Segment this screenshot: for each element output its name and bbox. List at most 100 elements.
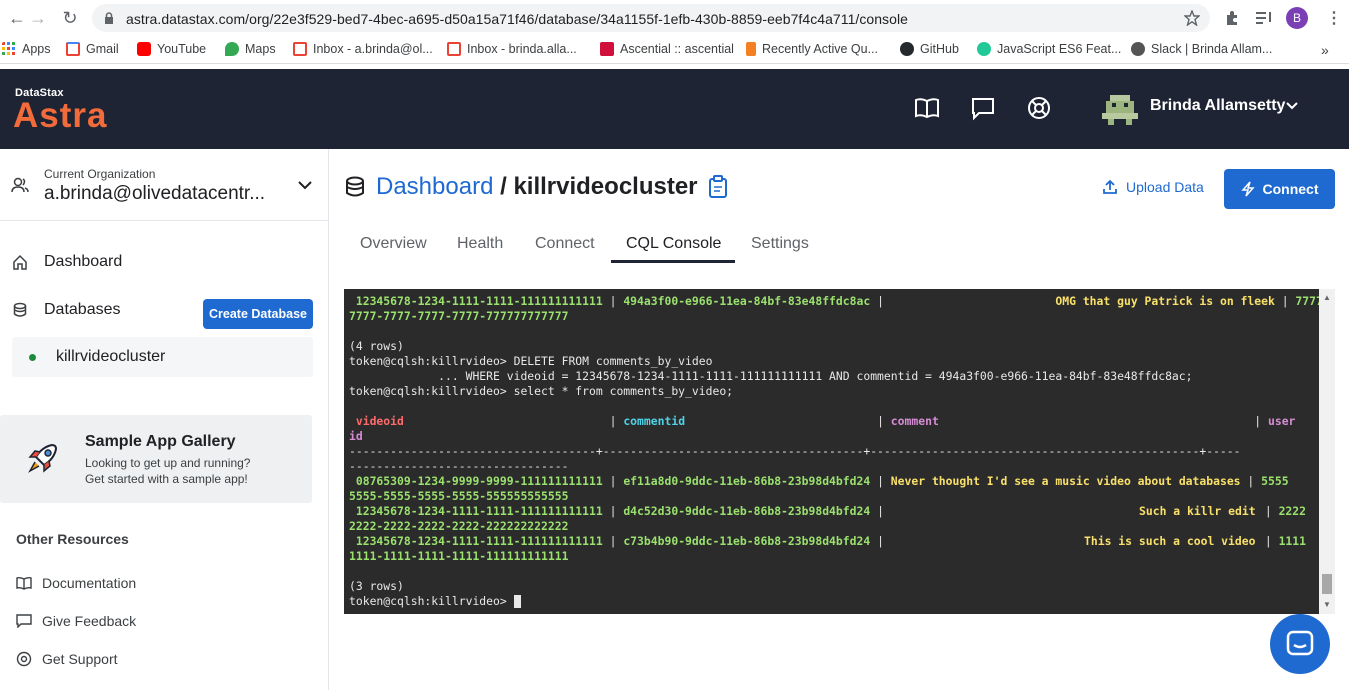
gmail-icon [66,42,80,56]
bookmark-label: Apps [22,42,51,56]
star-icon[interactable] [1184,10,1200,26]
lock-icon [105,12,113,24]
upload-data-button[interactable]: Upload Data [1102,179,1204,195]
stackoverflow-icon [746,42,756,56]
resources-heading: Other Resources [16,531,129,547]
sample-app-gallery[interactable]: Sample App Gallery Looking to get up and… [0,415,312,503]
lightning-icon [1240,181,1255,197]
media-icon[interactable] [1255,10,1273,26]
console-header-row: videoid | commentid | comment | user [349,414,1296,428]
sidebar-item-databases[interactable]: Databases [12,301,121,319]
user-name[interactable]: Brinda Allamsetty [1150,97,1285,115]
help-icon[interactable] [1025,94,1053,122]
bookmark-label: Inbox - a.brinda@ol... [313,42,433,56]
youtube-icon [137,42,151,56]
console-line: token@cqlsh:killrvideo> DELETE FROM comm… [349,354,713,368]
bookmark-gmail[interactable]: Gmail [66,42,119,56]
sidebar-item-dashboard[interactable]: Dashboard [12,253,122,271]
console-line: id [349,429,363,443]
home-icon [13,254,27,270]
address-bar[interactable]: astra.datastax.com/org/22e3f529-bed7-4be… [92,4,1210,32]
connect-button[interactable]: Connect [1224,169,1335,209]
sidebar-item-documentation[interactable]: Documentation [16,575,136,591]
sidebar: Current Organization a.brinda@olivedatac… [0,149,329,690]
console-line: 12345678-1234-1111-1111-111111111111 | 4… [349,294,1319,308]
bookmark-stackoverflow[interactable]: Recently Active Qu... [746,42,878,56]
globe-icon [1131,42,1145,56]
console-line: (3 rows) [349,579,404,593]
apps-grid-icon [2,42,15,55]
tab-settings[interactable]: Settings [751,235,809,253]
cql-console[interactable]: 12345678-1234-1111-1111-111111111111 | 4… [344,289,1319,614]
bookmark-youtube[interactable]: YouTube [137,42,206,56]
bookmark-label: JavaScript ES6 Feat... [997,42,1122,56]
sidebar-item-label: Dashboard [44,253,123,270]
bookmark-github[interactable]: GitHub [900,42,959,56]
book-icon[interactable] [913,94,941,122]
bookmark-label: Slack | Brinda Allam... [1151,42,1273,56]
bookmark-label: YouTube [157,42,207,56]
table-cell: | 1111 [1258,534,1307,548]
bookmark-label: Gmail [86,42,119,56]
bookmark-label: Ascential :: ascential [620,42,734,56]
gallery-title: Sample App Gallery [85,433,236,450]
gmail-icon [293,42,307,56]
bookmark-label: Recently Active Qu... [762,42,879,56]
scroll-up-icon[interactable]: ▲ [1323,293,1331,302]
intercom-chat-button[interactable] [1270,614,1330,674]
tab-health[interactable]: Health [457,235,503,253]
table-row-cont: 1111-1111-1111-1111-111111111111 [349,549,569,563]
bookmark-label: Maps [245,42,276,56]
url-text: astra.datastax.com/org/22e3f529-bed7-4be… [126,11,908,27]
db-name: killrvideocluster [56,348,166,365]
bookmark-inbox-2[interactable]: Inbox - brinda.alla... [447,42,577,56]
avatar[interactable] [1100,89,1140,129]
bookmark-inbox-1[interactable]: Inbox - a.brinda@ol... [293,42,433,56]
bookmark-slack[interactable]: Slack | Brinda Allam... [1131,42,1272,56]
sidebar-item-label: Documentation [42,575,137,591]
sidebar-item-support[interactable]: Get Support [16,651,118,667]
bookmark-maps[interactable]: Maps [225,42,276,56]
page-title: killrvideocluster [513,173,698,200]
sidebar-item-killrvideocluster[interactable]: killrvideocluster [12,337,313,377]
org-switcher[interactable]: Current Organization a.brinda@olivedatac… [0,149,329,221]
logo-astra[interactable]: Astra [13,96,107,136]
tab-overview[interactable]: Overview [360,235,427,253]
profile-avatar[interactable]: B [1286,7,1308,29]
table-row-cont: 5555-5555-5555-5555-555555555555 [349,489,569,503]
chat-icon [16,614,32,628]
database-icon [13,302,27,317]
bookmark-ascential[interactable]: Ascential :: ascential [600,42,734,56]
tab-cql-console[interactable]: CQL Console [626,235,721,253]
connect-label: Connect [1262,181,1319,197]
extensions-icon[interactable] [1224,10,1240,26]
clipboard-icon[interactable] [708,175,728,199]
gallery-subtitle: Get started with a sample app! [85,472,248,486]
bookmarks-overflow[interactable]: » [1321,42,1329,58]
create-database-button[interactable]: Create Database [203,299,313,329]
tab-connect[interactable]: Connect [535,235,595,253]
menu-icon[interactable]: ⋮ [1326,8,1342,28]
table-row-cont: 2222-2222-2222-2222-222222222222 [349,519,569,533]
scroll-down-icon[interactable]: ▼ [1323,600,1331,609]
chat-icon [1286,630,1314,656]
chevron-down-icon[interactable] [298,181,312,190]
maps-icon [225,42,239,56]
sidebar-item-feedback[interactable]: Give Feedback [16,613,136,629]
org-label: Current Organization [44,167,156,181]
sidebar-item-label: Databases [44,301,121,318]
bookmark-javascript[interactable]: JavaScript ES6 Feat... [977,42,1121,56]
forward-icon[interactable]: → [27,7,49,29]
breadcrumb-dashboard-link[interactable]: Dashboard [376,173,493,201]
chat-icon[interactable] [969,94,997,122]
ascential-icon [600,42,614,56]
scroll-thumb[interactable] [1322,574,1332,594]
back-icon[interactable]: ← [6,7,28,29]
console-prompt[interactable]: token@cqlsh:killrvideo> [349,594,521,609]
console-scrollbar[interactable]: ▲ ▼ [1319,289,1335,614]
reload-icon[interactable]: ↻ [59,7,81,29]
bookmark-apps[interactable]: Apps [2,42,51,56]
status-dot-icon [29,354,36,361]
org-name: a.brinda@olivedatacentr... [44,183,266,204]
chevron-down-icon[interactable] [1286,102,1298,110]
